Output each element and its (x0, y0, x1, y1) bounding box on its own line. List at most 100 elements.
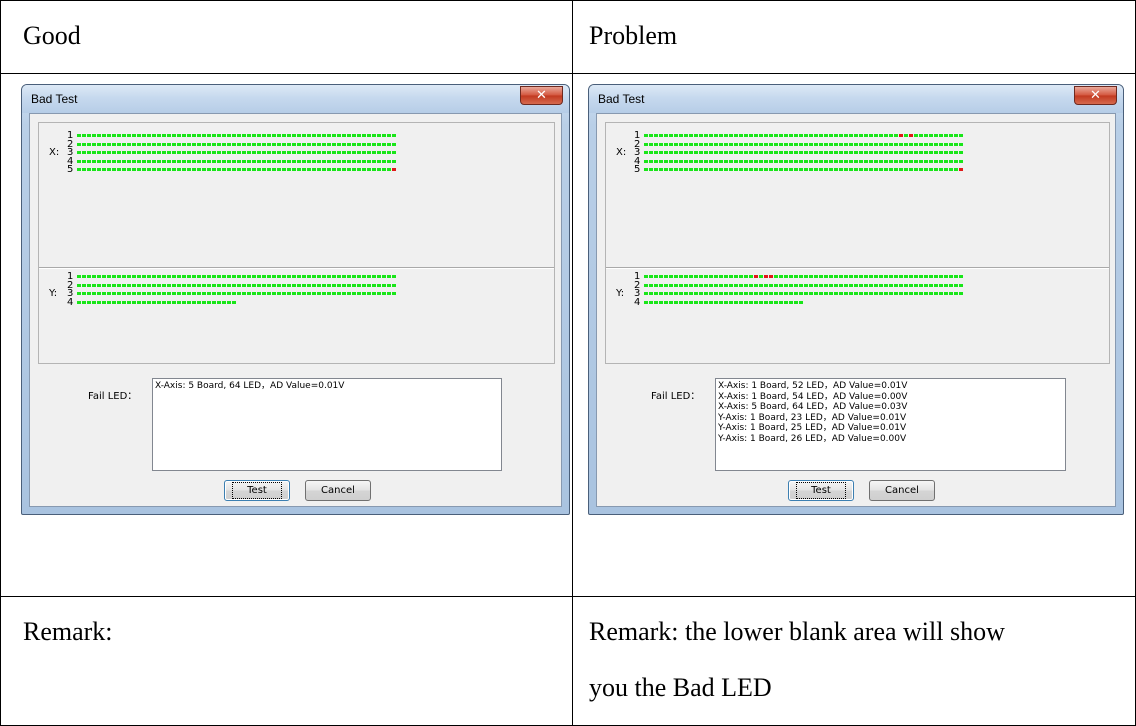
led-ok (799, 142, 803, 146)
led-ok (167, 151, 171, 154)
led-ok (729, 151, 733, 154)
led-ok (392, 151, 396, 154)
led-ok (177, 134, 181, 137)
led-ok (162, 275, 166, 278)
led-ok (212, 168, 216, 171)
led-ok (644, 292, 648, 295)
led-ok (654, 275, 658, 278)
led-ok (172, 134, 176, 137)
fail-led-list[interactable]: X-Axis: 1 Board, 52 LED，AD Value=0.01V X-… (715, 378, 1066, 471)
led-ok (82, 283, 86, 287)
led-ok (959, 142, 963, 146)
led-ok (804, 142, 808, 146)
led-ok (864, 292, 868, 295)
fail-led-label: Fail LED： (651, 391, 701, 402)
led-ok (869, 292, 873, 295)
led-ok (739, 142, 743, 146)
led-ok (914, 142, 918, 146)
led-ok (262, 151, 266, 154)
led-ok (342, 142, 346, 146)
led-ok (789, 159, 793, 163)
led-ok (649, 151, 653, 154)
led-ok (262, 142, 266, 146)
close-button[interactable]: ✕ (1074, 86, 1117, 105)
led-ok (142, 283, 146, 287)
led-ok (182, 159, 186, 163)
fail-led-list[interactable]: X-Axis: 5 Board, 64 LED，AD Value=0.01V (152, 378, 502, 471)
led-ok (704, 168, 708, 171)
led-ok (699, 168, 703, 171)
led-ok (167, 168, 171, 171)
led-ok (839, 275, 843, 278)
led-ok (297, 134, 301, 137)
led-ok (317, 151, 321, 154)
title-bar[interactable]: Bad Test ✕ (589, 85, 1123, 113)
close-button[interactable]: ✕ (520, 86, 563, 105)
led-ok (322, 142, 326, 146)
title-bar[interactable]: Bad Test ✕ (22, 85, 569, 113)
led-ok (107, 275, 111, 278)
led-ok (167, 142, 171, 146)
led-bad (909, 134, 913, 137)
led-ok (327, 142, 331, 146)
led-ok (227, 168, 231, 171)
led-ok (337, 134, 341, 137)
led-ok (147, 283, 151, 287)
led-ok (689, 159, 693, 163)
led-ok (132, 134, 136, 137)
led-ok (649, 283, 653, 287)
led-ok (909, 283, 913, 287)
led-ok (372, 134, 376, 137)
led-ok (387, 159, 391, 163)
led-ok (729, 275, 733, 278)
led-ok (212, 159, 216, 163)
led-ok (387, 275, 391, 278)
led-ok (357, 283, 361, 287)
led-ok (317, 283, 321, 287)
led-ok (944, 142, 948, 146)
led-ok (719, 151, 723, 154)
led-ok (789, 292, 793, 295)
test-button[interactable]: Test (788, 480, 854, 501)
fail-led-entry: Y-Axis: 1 Board, 26 LED，AD Value=0.00V (718, 433, 907, 444)
test-button[interactable]: Test (224, 480, 290, 501)
led-ok (277, 151, 281, 154)
led-ok (724, 151, 728, 154)
led-ok (794, 275, 798, 278)
led-ok (804, 168, 808, 171)
led-ok (874, 159, 878, 163)
led-ok (814, 159, 818, 163)
led-ok (267, 151, 271, 154)
led-ok (97, 151, 101, 154)
led-ok (804, 275, 808, 278)
led-ok (954, 292, 958, 295)
led-ok (177, 151, 181, 154)
led-ok (367, 159, 371, 163)
led-ok (287, 168, 291, 171)
led-ok (904, 292, 908, 295)
led-ok (754, 151, 758, 154)
led-ok (954, 168, 958, 171)
led-ok (789, 134, 793, 137)
cancel-button[interactable]: Cancel (869, 480, 935, 501)
led-ok (779, 142, 783, 146)
led-ok (894, 275, 898, 278)
led-ok (644, 142, 648, 146)
led-ok (879, 168, 883, 171)
remark-cell-problem: Remark: the lower blank area will show y… (572, 596, 1136, 726)
led-ok (654, 168, 658, 171)
led-ok (919, 168, 923, 171)
led-ok (714, 159, 718, 163)
led-bad (769, 275, 773, 278)
led-ok (929, 142, 933, 146)
led-ok (854, 159, 858, 163)
led-ok (759, 292, 763, 295)
led-ok (844, 151, 848, 154)
led-ok (237, 134, 241, 137)
led-ok (107, 283, 111, 287)
led-ok (939, 283, 943, 287)
cancel-button[interactable]: Cancel (305, 480, 371, 501)
led-ok (654, 151, 658, 154)
led-ok (869, 275, 873, 278)
led-ok (92, 134, 96, 137)
